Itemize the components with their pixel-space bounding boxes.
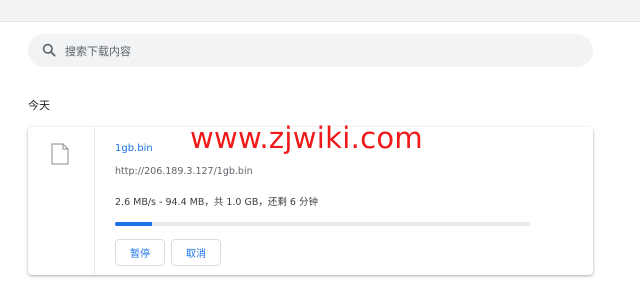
file-url: http://206.189.3.127/1gb.bin bbox=[115, 166, 253, 177]
search-input[interactable] bbox=[65, 42, 565, 60]
search-bar[interactable] bbox=[28, 34, 593, 67]
cancel-button[interactable]: 取消 bbox=[171, 239, 221, 266]
watermark-text: www.zjwiki.com bbox=[190, 121, 423, 155]
date-section-heading: 今天 bbox=[28, 99, 50, 112]
download-status: 2.6 MB/s - 94.4 MB，共 1.0 GB，还剩 6 分钟 bbox=[115, 197, 318, 208]
window-top-strip bbox=[0, 0, 640, 22]
file-name-link[interactable]: 1gb.bin bbox=[115, 143, 153, 154]
file-icon bbox=[51, 143, 69, 165]
download-progress-fill bbox=[115, 222, 153, 226]
search-icon bbox=[42, 43, 56, 57]
pause-button[interactable]: 暂停 bbox=[115, 239, 165, 266]
download-progress-bar bbox=[115, 222, 530, 226]
file-icon-column bbox=[28, 127, 95, 275]
